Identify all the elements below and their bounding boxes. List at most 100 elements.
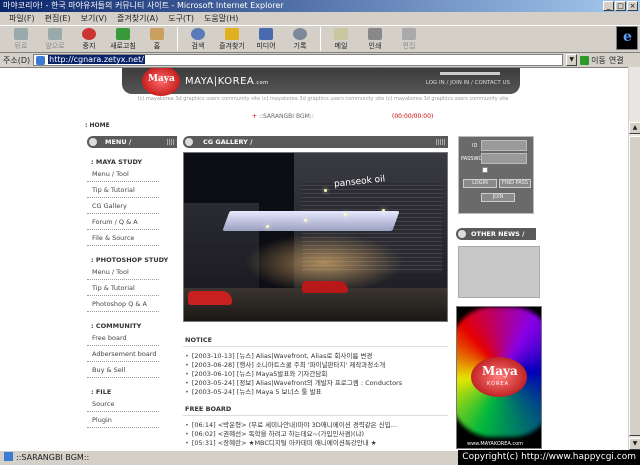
notice-item[interactable]: [2003-05-24] [정보] Alias|Wavefront의 개발자 프… bbox=[185, 379, 450, 388]
history-button[interactable]: 기록 bbox=[283, 26, 317, 53]
print-button[interactable]: 인쇄 bbox=[358, 26, 392, 53]
header-nav-links[interactable]: LOG IN / JOIN IN / CONTACT US bbox=[426, 80, 510, 86]
scroll-down-button[interactable]: ▼ bbox=[629, 438, 640, 450]
menu-item-maya-tip-tutorial[interactable]: Tip & Tutorial bbox=[87, 182, 159, 198]
menu-section-maya-study: : MAYA STUDY bbox=[91, 158, 143, 166]
window-title-bar: 마야코리아! - 한국 마야유저들의 커뮤니티 사이트 - Microsoft … bbox=[0, 0, 640, 12]
home-button[interactable]: 홈 bbox=[140, 26, 174, 53]
favorites-icon bbox=[225, 28, 239, 40]
address-input[interactable]: http://cgnara.zetyx.net/ bbox=[33, 54, 564, 66]
edit-icon bbox=[402, 28, 416, 40]
home-icon bbox=[150, 28, 164, 40]
id-label: ID bbox=[472, 143, 478, 149]
menu-item-free-board[interactable]: Free board bbox=[87, 330, 159, 346]
freeboard-item[interactable]: [05:31] <장혜란> ★MBC디지털 아카데미 애니메이션특강안내 ★ bbox=[185, 439, 450, 448]
menu-item-buy-sell[interactable]: Buy & Sell bbox=[87, 362, 159, 378]
status-text: ::SARANGBI BGM:: bbox=[16, 453, 90, 462]
join-button[interactable]: JOIN bbox=[481, 193, 515, 202]
ie-logo-icon bbox=[616, 26, 638, 50]
address-dropdown-button[interactable]: ▼ bbox=[566, 54, 578, 66]
mayakorea-ad-banner[interactable]: Maya KOREA www.MAYAKOREA.com bbox=[456, 306, 542, 449]
id-input[interactable] bbox=[481, 140, 527, 151]
scroll-up-button[interactable]: ▲ bbox=[629, 122, 640, 134]
menu-item-cg-gallery[interactable]: CG Gallery bbox=[87, 198, 159, 214]
freeboard-list: [06:14] <박운형> (무료 세미나안내)마야 3D애니메이션 경력같은 … bbox=[185, 421, 450, 448]
go-arrow-icon bbox=[580, 55, 590, 65]
maximize-button[interactable]: □ bbox=[615, 1, 626, 11]
menu-view[interactable]: 보기(V) bbox=[76, 12, 112, 25]
minimize-button[interactable]: _ bbox=[603, 1, 614, 11]
notice-item[interactable]: [2003-06-10] [뉴스] Maya5발표와 기자간담회 bbox=[185, 370, 450, 379]
search-button[interactable]: 검색 bbox=[181, 26, 215, 53]
forward-button[interactable]: 앞으로 bbox=[38, 26, 72, 53]
login-box: ID PASSWORD LOGIN FIND PASS JOIN bbox=[458, 136, 534, 214]
search-icon bbox=[191, 28, 205, 40]
site-tagline: (c) mayakorea 3d graphics users communit… bbox=[137, 96, 509, 102]
menu-file[interactable]: 파일(F) bbox=[4, 12, 40, 25]
menu-item-file-source[interactable]: File & Source bbox=[87, 230, 159, 246]
notice-title: NOTICE bbox=[185, 336, 213, 344]
favorites-button[interactable]: 즐겨찾기 bbox=[215, 26, 249, 53]
freeboard-item[interactable]: [06:14] <박운형> (무료 세미나안내)마야 3D애니메이션 경력같은 … bbox=[185, 421, 450, 430]
site-brand[interactable]: MAYA|KOREA.com bbox=[185, 76, 269, 87]
ad-url: www.MAYAKOREA.com bbox=[467, 441, 524, 447]
menu-bar: 파일(F) 편집(E) 보기(V) 즐겨찾기(A) 도구(T) 도움말(H) bbox=[0, 12, 640, 25]
freeboard-title: FREE BOARD bbox=[185, 405, 232, 413]
password-input[interactable] bbox=[481, 153, 527, 164]
close-button[interactable]: × bbox=[627, 1, 638, 11]
stop-icon bbox=[82, 28, 96, 40]
menu-item-ad-board[interactable]: Adbersement board bbox=[87, 346, 159, 362]
refresh-button[interactable]: 새로고침 bbox=[106, 26, 140, 53]
copyright-overlay: Copyright(c) http://www.happycgi.com bbox=[458, 450, 640, 465]
menu-edit[interactable]: 편집(E) bbox=[40, 12, 76, 25]
menu-item-ps-menu-tool[interactable]: Menu / Tool bbox=[87, 264, 159, 280]
menu-item-source[interactable]: Source bbox=[87, 396, 159, 412]
menu-item-photoshop-qa[interactable]: Photoshop Q & A bbox=[87, 296, 159, 312]
back-arrow-icon bbox=[14, 28, 28, 40]
vertical-scrollbar[interactable]: ▲ ▼ bbox=[628, 67, 640, 450]
toolbar: 뒤로 앞으로 중지 새로고침 홈 검색 즐겨찾기 미디어 기록 메일 인쇄 편집 bbox=[0, 25, 640, 53]
gallery-image[interactable]: panseok oil bbox=[183, 152, 448, 322]
menu-header: MENU / bbox=[87, 136, 177, 148]
other-news-header: OTHER NEWS / bbox=[456, 228, 536, 240]
left-menu: MENU / : MAYA STUDY Menu / Tool Tip & Tu… bbox=[87, 136, 177, 428]
remember-checkbox[interactable] bbox=[482, 167, 488, 173]
other-news-box bbox=[458, 246, 540, 298]
find-pass-button[interactable]: FIND PASS bbox=[499, 179, 531, 188]
mail-button[interactable]: 메일 bbox=[324, 26, 358, 53]
home-link[interactable]: : HOME bbox=[85, 122, 110, 129]
menu-item-maya-menu-tool[interactable]: Menu / Tool bbox=[87, 166, 159, 182]
back-button[interactable]: 뒤로 bbox=[4, 26, 38, 53]
forward-arrow-icon bbox=[48, 28, 62, 40]
menu-section-file: : FILE bbox=[91, 388, 112, 396]
stop-button[interactable]: 중지 bbox=[72, 26, 106, 53]
menu-section-photoshop-study: : PHOTOSHOP STUDY bbox=[91, 256, 169, 264]
menu-tools[interactable]: 도구(T) bbox=[163, 12, 199, 25]
bgm-label: + ::SARANGBI BGM:: bbox=[252, 113, 314, 120]
maya-logo-text: Maya bbox=[148, 74, 175, 84]
menu-favorites[interactable]: 즐겨찾기(A) bbox=[112, 12, 163, 25]
menu-item-forum-qa[interactable]: Forum / Q & A bbox=[87, 214, 159, 230]
menu-item-ps-tip-tutorial[interactable]: Tip & Tutorial bbox=[87, 280, 159, 296]
notice-item[interactable]: [2003-10-13] [뉴스] Alias|Wavefront, Alias… bbox=[185, 352, 450, 361]
history-icon bbox=[293, 28, 307, 40]
media-icon bbox=[259, 28, 273, 40]
notice-list: [2003-10-13] [뉴스] Alias|Wavefront, Alias… bbox=[185, 352, 450, 397]
scroll-thumb[interactable] bbox=[629, 136, 640, 436]
notice-item[interactable]: [2003-06-28] [행사] 소니아트스쿨 주최 '파이널판타지' 제작과… bbox=[185, 361, 450, 370]
edit-button[interactable]: 편집 bbox=[392, 26, 426, 53]
menu-help[interactable]: 도움말(H) bbox=[199, 12, 243, 25]
notice-item[interactable]: [2003-05-24] [뉴스] Maya 5 보너스 툴 발표 bbox=[185, 388, 450, 397]
menu-item-plugin[interactable]: Plugin bbox=[87, 412, 159, 428]
freeboard-item[interactable]: [06:02] <권혜선> 독학을 하려고 하는데요~(가입인사겸)(냐) bbox=[185, 430, 450, 439]
links-button[interactable]: 연결 bbox=[609, 55, 624, 66]
address-bar: 주소(D) http://cgnara.zetyx.net/ ▼ 이동 연결 bbox=[0, 53, 640, 67]
bgm-time: (00:00/00:00) bbox=[392, 113, 434, 120]
page-icon bbox=[4, 452, 13, 461]
login-button[interactable]: LOGIN bbox=[463, 179, 497, 188]
print-icon bbox=[368, 28, 382, 40]
go-button[interactable]: 이동 bbox=[580, 55, 606, 66]
gallery-header: CG GALLERY / bbox=[183, 136, 448, 148]
media-button[interactable]: 미디어 bbox=[249, 26, 283, 53]
address-label: 주소(D) bbox=[3, 55, 31, 65]
